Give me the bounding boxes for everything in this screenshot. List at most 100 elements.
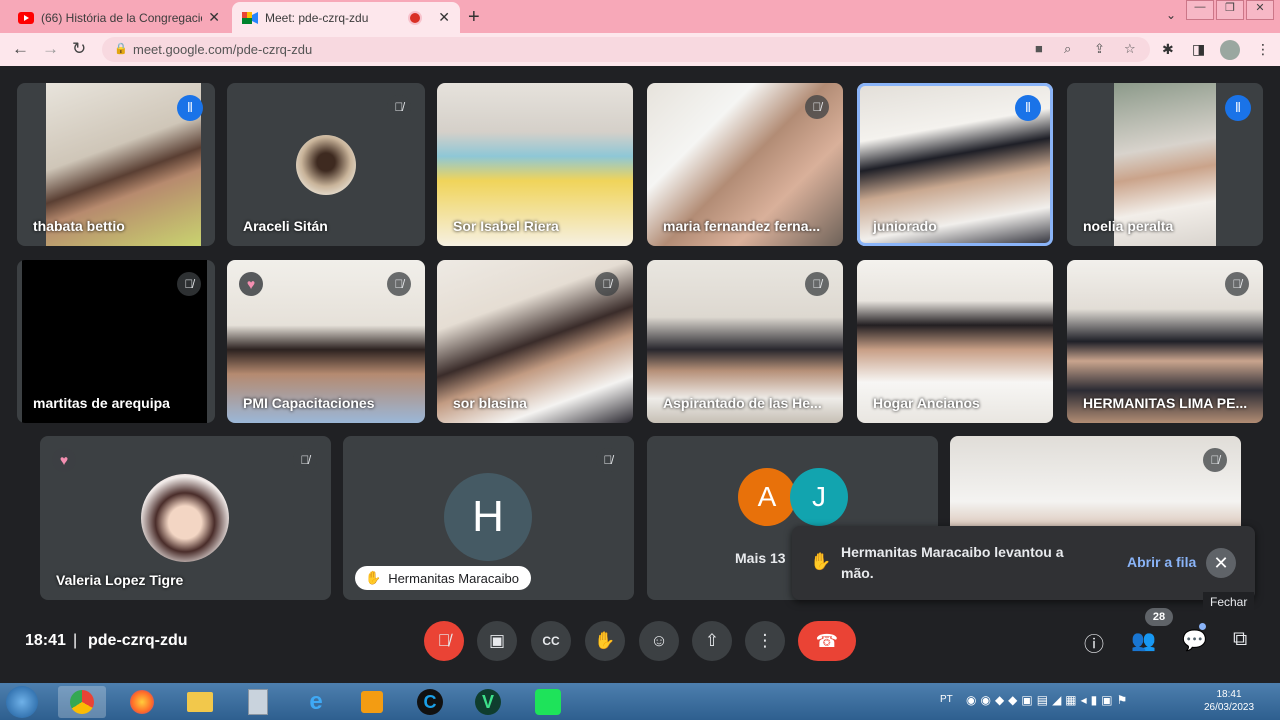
browser-toolbar: ← → ↻ 🔒 meet.google.com/pde-czrq-zdu ■ ⌕… <box>0 33 1280 66</box>
profile-avatar[interactable] <box>1220 40 1240 60</box>
mic-off-icon: 🎙̸ <box>805 272 829 296</box>
mic-off-icon: 🎙̸ <box>387 272 411 296</box>
start-button[interactable] <box>6 686 38 718</box>
participant-tile[interactable]: ♥ 🎙̸ PMI Capacitaciones <box>227 260 425 423</box>
taskbar-clock[interactable]: 18:41 26/03/2023 <box>1203 688 1255 714</box>
participant-name: Aspirantado de las He... <box>663 395 822 411</box>
tab-title: Meet: pde-czrq-zdu <box>265 10 369 25</box>
chevron-down-icon[interactable]: ⌄ <box>1166 8 1176 22</box>
reload-icon[interactable]: ↻ <box>72 39 86 59</box>
present-screen-icon[interactable]: ⇧ <box>692 621 732 661</box>
menu-dots-icon[interactable]: ⋮ <box>1256 41 1270 58</box>
close-window-button[interactable]: ✕ <box>1246 0 1274 20</box>
language-indicator[interactable]: PT <box>940 694 953 705</box>
chat-icon[interactable]: 💬 <box>1182 628 1207 653</box>
calculator-icon[interactable] <box>234 686 282 718</box>
minimize-button[interactable]: — <box>1186 0 1214 20</box>
participant-tile[interactable]: ♥ 🎙̸ Valeria Lopez Tigre <box>40 436 331 600</box>
avatar <box>296 135 356 195</box>
participant-name: Valeria Lopez Tigre <box>56 572 184 588</box>
avatar: H <box>444 473 532 561</box>
tab-title: (66) História de la Congregación <box>41 10 203 25</box>
url-text: meet.google.com/pde-czrq-zdu <box>133 42 313 57</box>
mic-off-icon: 🎙̸ <box>805 95 829 119</box>
participant-tile[interactable]: 🎙̸ Araceli Sitán <box>227 83 425 246</box>
participant-tile[interactable]: 🎙̸ maria fernandez ferna... <box>647 83 843 246</box>
leave-call-button[interactable]: ☎ <box>798 621 856 661</box>
people-icon[interactable]: 👥 <box>1131 628 1156 653</box>
info-icon[interactable]: ⓘ <box>1084 628 1104 657</box>
speaking-indicator-icon: ⦀ <box>1015 95 1041 121</box>
mic-off-icon: 🎙̸ <box>596 448 620 472</box>
captions-icon[interactable]: CC <box>531 621 571 661</box>
close-icon[interactable]: ✕ <box>1206 548 1236 578</box>
share-icon[interactable]: ⇪ <box>1094 41 1105 57</box>
participant-tile[interactable]: 🎙̸ HERMANITAS LIMA PE... <box>1067 260 1263 423</box>
system-tray-icons[interactable]: ◉◉◆◆▣▤◢▦◂▮▣⚑ <box>966 693 1131 707</box>
more-participants-label: Mais 13 <box>735 550 786 566</box>
open-queue-button[interactable]: Abrir a fila <box>1127 554 1196 570</box>
participant-tile[interactable]: Sor Isabel Riera <box>437 83 633 246</box>
participant-tile[interactable]: ⦀ juniorado <box>857 83 1053 246</box>
extensions-icon[interactable]: ✱ <box>1162 41 1174 58</box>
participant-name: Hogar Ancianos <box>873 395 980 411</box>
app-v-icon[interactable]: V <box>464 686 512 718</box>
restore-button[interactable]: ❐ <box>1216 0 1244 20</box>
mic-off-icon: 🎙̸ <box>1203 448 1227 472</box>
participant-tile[interactable]: Hogar Ancianos <box>857 260 1053 423</box>
youtube-icon <box>18 11 34 24</box>
new-tab-button[interactable]: + <box>468 6 480 29</box>
file-explorer-icon[interactable] <box>176 686 224 718</box>
lock-icon[interactable]: 🔒 <box>114 42 128 55</box>
mic-off-icon: 🎙̸ <box>1225 272 1249 296</box>
participant-name: maria fernandez ferna... <box>663 218 821 234</box>
heart-reaction-icon: ♥ <box>239 272 263 296</box>
tab-youtube[interactable]: (66) História de la Congregación ✕ <box>8 2 230 33</box>
meet-icon <box>242 11 258 24</box>
tab-meet[interactable]: Meet: pde-czrq-zdu ✕ <box>232 2 460 33</box>
window-controls: — ❐ ✕ <box>1184 0 1274 20</box>
activities-icon[interactable]: ⧉ <box>1233 628 1247 651</box>
back-arrow-icon[interactable]: ← <box>12 39 29 59</box>
app-c-icon[interactable]: C <box>406 686 454 718</box>
close-tab-icon[interactable]: ✕ <box>438 9 450 26</box>
heart-reaction-icon: ♥ <box>52 448 76 472</box>
more-options-icon[interactable]: ⋮ <box>745 621 785 661</box>
participant-tile[interactable]: 🎙̸ Aspirantado de las He... <box>647 260 843 423</box>
mic-off-icon: 🎙̸ <box>595 272 619 296</box>
participant-name: Sor Isabel Riera <box>453 218 559 234</box>
firefox-icon[interactable] <box>118 686 166 718</box>
camera-icon[interactable]: ▣ <box>477 621 517 661</box>
bookmark-star-icon[interactable]: ☆ <box>1124 41 1136 57</box>
app-green-icon[interactable] <box>524 686 572 718</box>
mic-off-icon[interactable]: 🎙̸ <box>424 621 464 661</box>
media-player-icon[interactable] <box>348 686 396 718</box>
participant-name: noelia peralta <box>1083 218 1174 234</box>
participant-name: juniorado <box>873 218 937 234</box>
chrome-icon[interactable] <box>58 686 106 718</box>
recording-icon <box>408 10 423 25</box>
notification-message: Hermanitas Maracaibo levantou a mão. <box>841 544 1064 581</box>
hand-raised-badge: ✋ Hermanitas Maracaibo <box>355 566 531 590</box>
participant-name: thabata bettio <box>33 218 125 234</box>
participant-tile[interactable]: 🎙̸ sor blasina <box>437 260 633 423</box>
meeting-time: 18:41 <box>25 632 66 649</box>
raised-hand-icon: ✋ <box>810 552 832 571</box>
participant-tile[interactable]: ⦀ thabata bettio <box>17 83 215 246</box>
hand-raised-notification: ✋ Hermanitas Maracaibo levantou a mão. A… <box>792 526 1255 600</box>
forward-arrow-icon[interactable]: → <box>42 39 59 59</box>
zoom-icon[interactable]: ⌕ <box>1064 41 1071 57</box>
avatar <box>141 474 229 562</box>
internet-explorer-icon[interactable]: e <box>292 686 340 718</box>
address-bar[interactable]: 🔒 meet.google.com/pde-czrq-zdu ■ ⌕ ⇪ ☆ <box>102 37 1150 62</box>
side-panel-icon[interactable]: ◨ <box>1192 41 1205 58</box>
participant-tile[interactable]: 🎙̸ H ✋ Hermanitas Maracaibo <box>343 436 634 600</box>
close-tab-icon[interactable]: ✕ <box>208 9 220 26</box>
participant-name: martitas de arequipa <box>33 395 170 411</box>
participant-tile[interactable]: ⦀ noelia peralta <box>1067 83 1263 246</box>
participant-tile[interactable]: 🎙̸ martitas de arequipa <box>17 260 215 423</box>
participant-name: HERMANITAS LIMA PE... <box>1083 395 1248 411</box>
camera-icon[interactable]: ■ <box>1035 41 1043 56</box>
emoji-icon[interactable]: ☺ <box>639 621 679 661</box>
raise-hand-icon[interactable]: ✋ <box>585 621 625 661</box>
